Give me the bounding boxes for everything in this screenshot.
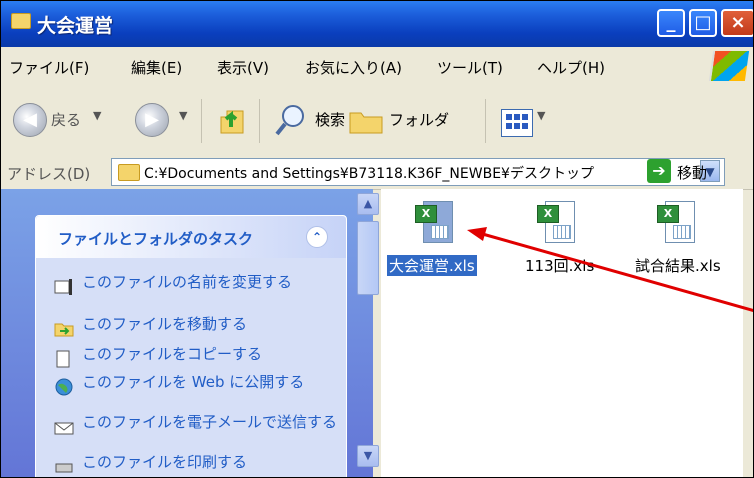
up-folder-icon[interactable] (217, 105, 245, 135)
task-label: このファイルを印刷する (82, 453, 248, 471)
file-folder-tasks-panel: ファイルとフォルダのタスク ⌃ このファイルの名前を変更する このファイルを移動… (35, 215, 347, 477)
address-value[interactable]: C:¥Documents and Settings¥B73118.K36F_NE… (144, 163, 692, 183)
back-arrow-icon: ◀ (23, 109, 37, 130)
rename-icon (54, 279, 72, 295)
back-label: 戻る (51, 111, 82, 129)
copy-icon (56, 350, 70, 368)
views-dropdown-icon[interactable]: ▼ (537, 109, 545, 122)
scroll-down-button[interactable]: ▼ (357, 445, 379, 467)
folders-button[interactable]: フォルダ (389, 109, 449, 130)
forward-dropdown-icon[interactable]: ▼ (179, 109, 187, 122)
email-icon (54, 422, 74, 435)
menu-tools[interactable]: ツール(T) (437, 57, 503, 78)
scroll-up-button[interactable]: ▲ (357, 193, 379, 215)
move-icon (54, 323, 74, 337)
task-label: このファイルを電子メールで送信する (82, 413, 338, 431)
folders-icon[interactable] (349, 109, 383, 135)
file-name[interactable]: 113回.xls (525, 255, 594, 276)
back-dropdown-icon[interactable]: ▼ (93, 109, 101, 122)
window-title: 大会運営 (37, 15, 114, 37)
print-icon (55, 463, 73, 473)
file-list: X 大会運営.xls X 113回.xls X 試合結果.xls (381, 189, 743, 477)
go-arrow-icon[interactable]: ➔ (647, 159, 671, 183)
address-label: アドレス(D) (7, 165, 91, 183)
task-label: このファイルをコピーする (82, 345, 263, 363)
menu-help[interactable]: ヘルプ(H) (537, 57, 605, 78)
excel-file-icon[interactable]: X (537, 201, 575, 245)
file-name[interactable]: 試合結果.xls (635, 255, 721, 276)
task-label: このファイルの名前を変更する (82, 273, 293, 291)
toolbar-separator (485, 99, 486, 143)
go-button[interactable]: 移動 (677, 162, 707, 183)
search-icon[interactable] (273, 103, 309, 137)
toolbar: ◀ 戻る ▼ ▶ ▼ 検索 フォルダ ▼ (1, 85, 753, 154)
back-button[interactable]: ◀ (13, 103, 47, 137)
task-label: このファイルを Web に公開する (82, 373, 305, 391)
menu-edit[interactable]: 編集(E) (131, 57, 182, 78)
search-button[interactable]: 検索 (315, 109, 345, 130)
folder-icon (11, 13, 31, 29)
excel-file-icon[interactable]: X (657, 201, 695, 245)
windows-logo-icon (708, 51, 750, 81)
scrollbar-thumb[interactable] (357, 221, 379, 295)
file-name-selected[interactable]: 大会運営.xls (386, 254, 478, 277)
globe-icon (55, 378, 73, 396)
forward-arrow-icon: ▶ (145, 109, 159, 130)
toolbar-separator (259, 99, 260, 143)
task-panel-header[interactable]: ファイルとフォルダのタスク ⌃ (36, 216, 346, 258)
close-button[interactable]: × (721, 9, 753, 37)
minimize-icon: _ (666, 12, 676, 33)
title-bar[interactable]: 大会運営 _ □ × (1, 1, 753, 47)
close-icon: × (730, 12, 746, 33)
maximize-icon: □ (694, 12, 712, 33)
forward-button[interactable]: ▶ (135, 103, 169, 137)
minimize-button[interactable]: _ (657, 9, 685, 37)
menu-view[interactable]: 表示(V) (217, 57, 269, 78)
menu-file[interactable]: ファイル(F) (9, 57, 89, 78)
excel-file-icon[interactable]: X (415, 201, 453, 245)
views-icon[interactable] (501, 109, 533, 137)
folder-icon (118, 164, 140, 181)
explorer-window: 大会運営 _ □ × ファイル(F) 編集(E) 表示(V) お気に入り(A) … (0, 0, 754, 478)
task-label: このファイルを移動する (82, 315, 248, 333)
task-panel-title: ファイルとフォルダのタスク (58, 230, 254, 248)
collapse-chevron-icon[interactable]: ⌃ (306, 226, 328, 248)
address-field[interactable]: C:¥Documents and Settings¥B73118.K36F_NE… (111, 158, 725, 186)
menu-bar: ファイル(F) 編集(E) 表示(V) お気に入り(A) ツール(T) ヘルプ(… (1, 47, 753, 86)
toolbar-separator (201, 99, 202, 143)
menu-favorites[interactable]: お気に入り(A) (305, 57, 402, 78)
address-bar: アドレス(D) C:¥Documents and Settings¥B73118… (1, 153, 753, 190)
maximize-button[interactable]: □ (689, 9, 717, 37)
